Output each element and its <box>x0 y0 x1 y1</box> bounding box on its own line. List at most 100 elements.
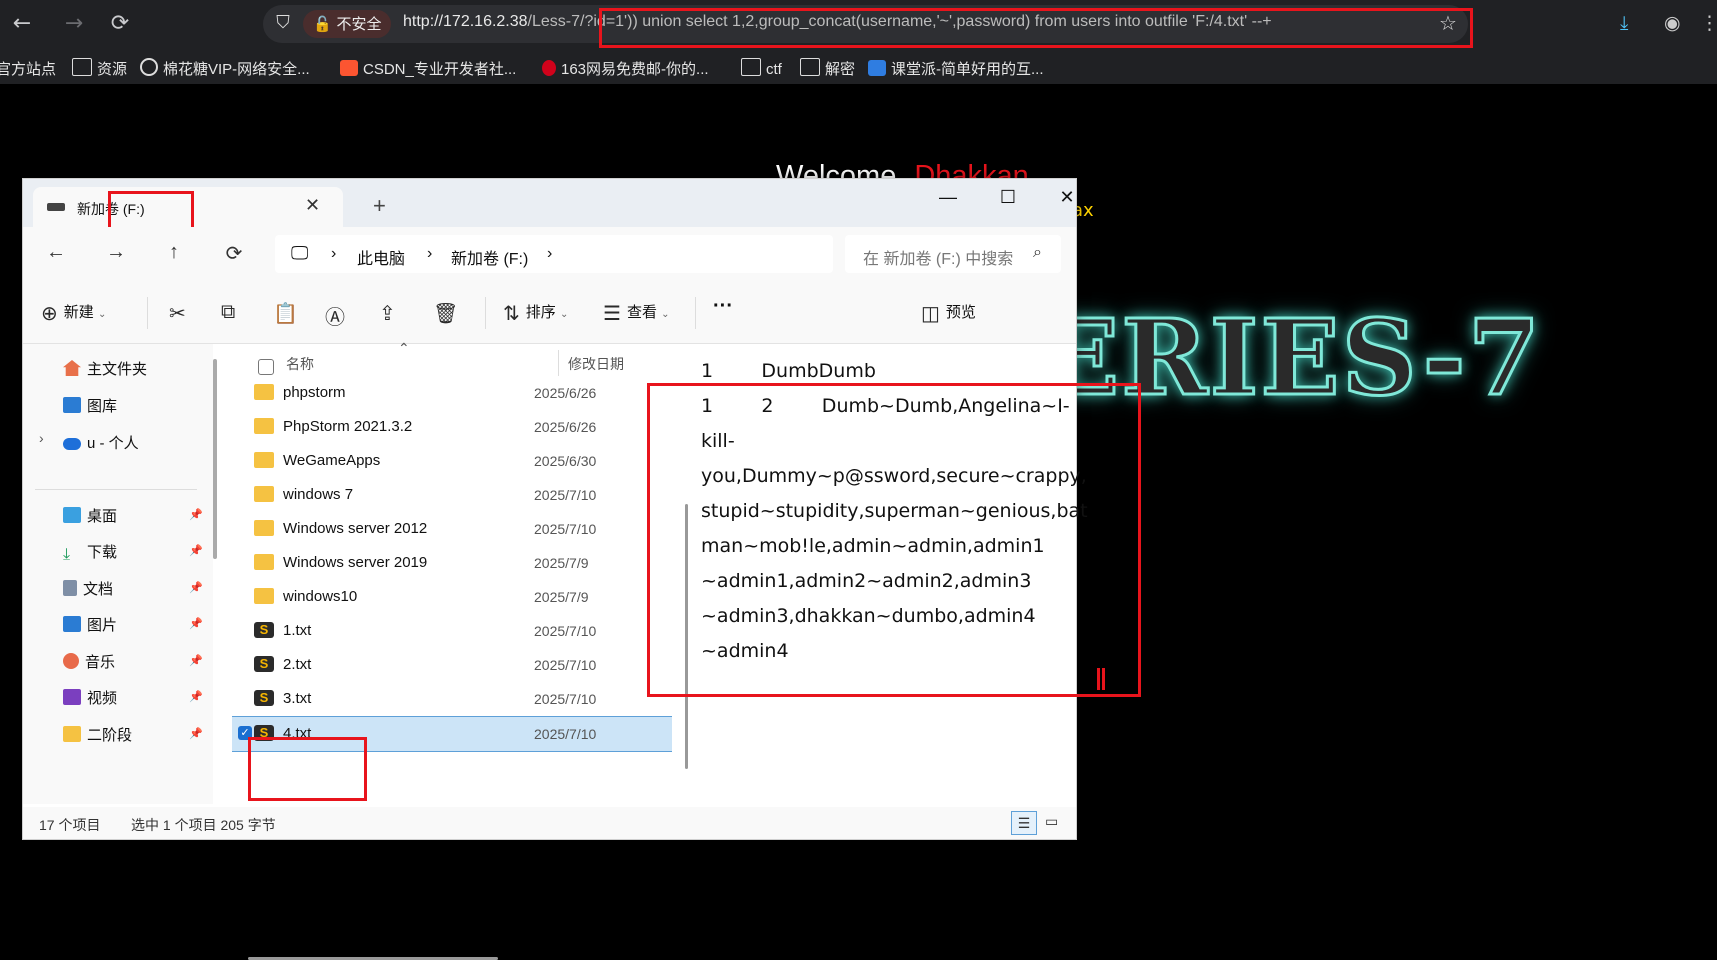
desktop-icon <box>63 507 81 523</box>
nav-desktop[interactable]: 桌面 <box>63 505 117 526</box>
folder-icon <box>254 486 274 502</box>
url-highlight-box <box>599 8 1473 48</box>
list-item[interactable]: windows 7 2025/7/10 <box>232 478 672 512</box>
list-item[interactable]: windows10 2025/7/9 <box>232 580 672 614</box>
nav-music[interactable]: 音乐 <box>63 651 115 672</box>
command-bar: ⊕ 新建 ⌄ ✂ ⧉ 📋 Ⓐ ⇪ 🗑 ⇅ 排序 ⌄ ☰ 查看 ⌄ ··· ◫ 预览 <box>23 283 1076 344</box>
nav-videos[interactable]: 视频 <box>63 687 117 708</box>
security-chip[interactable]: 🔓 不安全 <box>303 10 392 38</box>
pin-icon[interactable]: 📌 <box>189 617 203 630</box>
nav-onedrive[interactable]: u - 个人 <box>63 432 139 453</box>
sort-button[interactable]: ⇅ 排序 ⌄ <box>503 301 568 326</box>
list-item[interactable]: phpstorm 2025/6/26 <box>232 376 672 410</box>
more-button[interactable]: ··· <box>713 295 733 318</box>
forward-icon[interactable]: → <box>103 241 129 264</box>
select-all-checkbox[interactable] <box>258 359 274 375</box>
column-name[interactable]: 名称 <box>286 354 314 374</box>
sort-icon: ⇅ <box>503 303 520 325</box>
list-item[interactable]: WeGameApps 2025/6/30 <box>232 444 672 478</box>
pin-icon[interactable]: 📌 <box>189 544 203 557</box>
back-icon[interactable]: ← <box>43 241 69 264</box>
pin-icon[interactable]: 📌 <box>189 690 203 703</box>
bookmark-item[interactable]: 棉花糖VIP-网络安全... <box>140 58 310 79</box>
paste-icon[interactable]: 📋 <box>273 301 304 326</box>
pin-icon[interactable]: 📌 <box>189 581 203 594</box>
nav-pictures[interactable]: 图片 <box>63 614 117 635</box>
list-item[interactable]: S 1.txt 2025/7/10 <box>232 614 672 648</box>
menu-icon[interactable]: ⋮ <box>1700 12 1717 34</box>
sort-arrow-icon: ⌃ <box>398 340 410 356</box>
gallery-icon <box>63 397 81 413</box>
column-modified[interactable]: 修改日期 <box>568 354 624 374</box>
list-item[interactable]: Windows server 2012 2025/7/10 <box>232 512 672 546</box>
status-bar: 17 个项目 选中 1 个项目 205 字节 ☰ ▭ <box>23 807 1076 839</box>
nav-scrollbar[interactable] <box>213 359 217 559</box>
reload-icon[interactable]: ⟳ <box>106 10 134 38</box>
folder-icon <box>254 588 274 604</box>
chevron-right-icon: › <box>331 245 337 262</box>
breadcrumb-item[interactable]: 此电脑 <box>357 245 405 269</box>
bookmark-item[interactable]: ctf <box>741 58 782 78</box>
up-icon[interactable]: ↑ <box>161 241 187 264</box>
pin-icon[interactable]: 📌 <box>189 654 203 667</box>
search-placeholder: 在 新加卷 (F:) 中搜索 <box>863 251 1014 268</box>
back-icon[interactable]: ← <box>8 10 36 38</box>
share-icon[interactable]: ⇪ <box>379 301 402 326</box>
pin-icon[interactable]: 📌 <box>189 727 203 740</box>
close-window-icon[interactable]: ✕ <box>1047 187 1087 217</box>
picture-icon <box>63 616 81 632</box>
forward-icon[interactable]: → <box>60 10 88 38</box>
cut-icon[interactable]: ✂ <box>169 301 192 326</box>
download-icon[interactable]: ⤓ <box>1620 12 1628 34</box>
profile-icon[interactable]: ◉ <box>1664 12 1681 34</box>
maximize-icon[interactable]: ☐ <box>988 187 1028 217</box>
download-icon: ⤓ <box>63 546 71 563</box>
nav-home[interactable]: 主文件夹 <box>63 358 147 379</box>
bookmark-item[interactable]: 163网易免费邮-你的... <box>542 58 709 79</box>
bookmark-item[interactable]: CSDN_专业开发者社... <box>340 58 516 79</box>
delete-icon[interactable]: 🗑 <box>433 301 464 326</box>
minimize-icon[interactable]: — <box>928 187 968 217</box>
cloud-icon <box>63 438 81 450</box>
close-tab-icon[interactable]: ✕ <box>305 195 320 216</box>
list-item[interactable]: PhpStorm 2021.3.2 2025/6/26 <box>232 410 672 444</box>
details-view-icon[interactable]: ☰ <box>1011 811 1037 835</box>
sublime-file-icon: S <box>254 622 274 638</box>
url-host: http://172.16.2.38 <box>403 13 528 30</box>
rename-icon[interactable]: Ⓐ <box>325 301 351 330</box>
new-button[interactable]: ⊕ 新建 ⌄ <box>41 301 106 326</box>
nav-downloads[interactable]: ⤓ 下载 <box>63 541 117 563</box>
folder-icon <box>63 726 81 742</box>
preview-button[interactable]: ◫ 预览 <box>921 301 976 326</box>
navigation-pane: 主文件夹 图库 › u - 个人 桌面 📌 ⤓ 下载 📌 文档 📌 图片 📌 音乐… <box>23 344 213 804</box>
folder-icon <box>254 520 274 536</box>
chevron-right-icon[interactable]: › <box>39 430 44 446</box>
folder-icon <box>741 58 761 76</box>
shield-icon[interactable]: ⛉ <box>271 12 295 36</box>
tiles-view-icon[interactable]: ▭ <box>1045 813 1058 830</box>
column-divider[interactable] <box>558 350 559 376</box>
drive-icon <box>47 203 65 211</box>
nav-gallery[interactable]: 图库 <box>63 395 117 416</box>
breadcrumb[interactable]: 🖵 › 此电脑 › 新加卷 (F:) › <box>275 235 833 273</box>
search-input[interactable]: 在 新加卷 (F:) 中搜索 ⌕ <box>845 235 1061 273</box>
bookmark-item[interactable]: 官方站点 <box>0 58 56 79</box>
folder-icon <box>254 452 274 468</box>
bookmark-item[interactable]: 课堂派-简单好用的互... <box>868 58 1044 79</box>
nav-stage2[interactable]: 二阶段 <box>63 724 132 745</box>
refresh-icon[interactable]: ⟳ <box>221 241 247 266</box>
list-item[interactable]: Windows server 2019 2025/7/9 <box>232 546 672 580</box>
pin-icon[interactable]: 📌 <box>189 508 203 521</box>
list-item[interactable]: S 2.txt 2025/7/10 <box>232 648 672 682</box>
cursor-marker <box>1097 668 1105 690</box>
list-item[interactable]: S 3.txt 2025/7/10 <box>232 682 672 716</box>
new-tab-icon[interactable]: + <box>373 193 386 219</box>
nav-documents[interactable]: 文档 <box>63 578 113 599</box>
bookmark-item[interactable]: 解密 <box>800 58 855 79</box>
browser-toolbar: ← → ⟳ ⛉ 🔓 不安全 http://172.16.2.38/Less-7/… <box>0 0 1717 84</box>
bookmark-item[interactable]: 资源 <box>72 58 127 79</box>
copy-icon[interactable]: ⧉ <box>221 301 241 324</box>
folder-icon <box>72 58 92 76</box>
breadcrumb-item[interactable]: 新加卷 (F:) <box>451 245 528 269</box>
view-button[interactable]: ☰ 查看 ⌄ <box>603 301 670 326</box>
